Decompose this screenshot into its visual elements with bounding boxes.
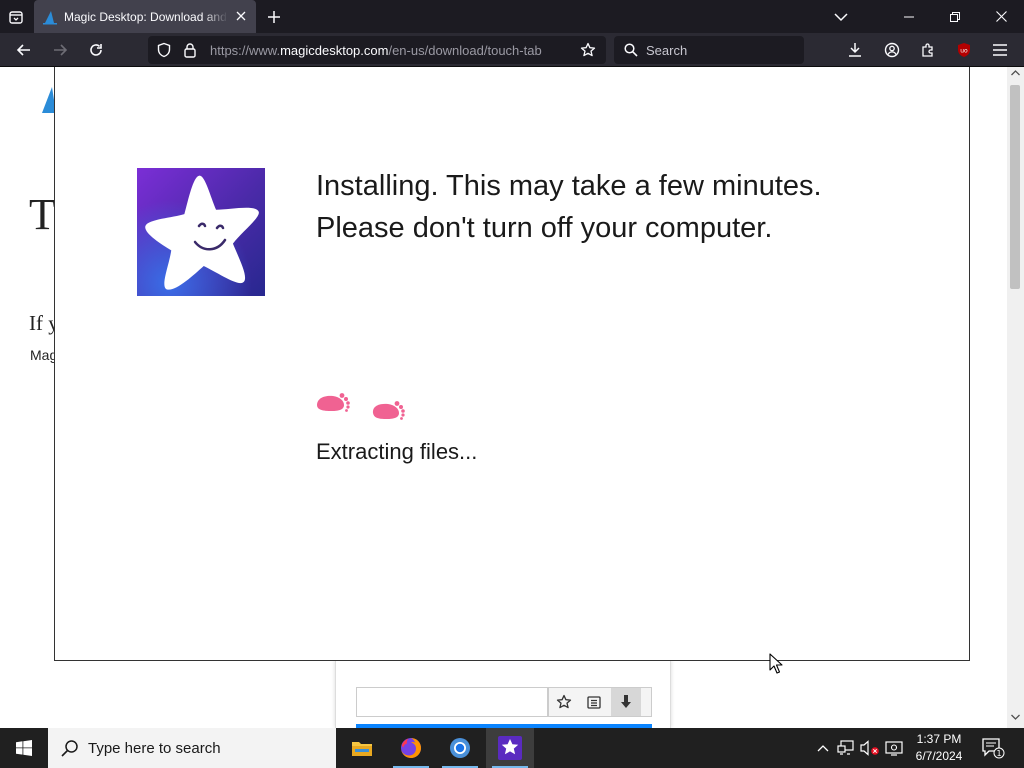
minimize-icon	[904, 16, 914, 17]
active-tab[interactable]: Magic Desktop: Download and Ins	[34, 0, 256, 33]
account-button[interactable]	[880, 38, 904, 62]
start-button[interactable]	[0, 728, 48, 768]
windows-logo-icon	[16, 740, 32, 756]
search-placeholder: Search	[646, 43, 688, 58]
browser-navigation-bar: https://www.magicdesktop.com/en-us/downl…	[0, 33, 1024, 67]
clipboard-icon	[587, 696, 601, 709]
download-panel-fragment	[335, 660, 671, 728]
close-icon	[995, 11, 1007, 22]
new-tab-button[interactable]	[264, 7, 284, 27]
page-heading: T	[29, 190, 56, 239]
smiling-star-icon	[145, 175, 259, 290]
volume-muted-icon	[860, 740, 879, 756]
account-icon	[884, 42, 900, 58]
clock-time: 1:37 PM	[916, 732, 962, 746]
tab-list-icon	[9, 11, 23, 24]
magic-desktop-favicon-icon	[43, 10, 57, 24]
search-icon	[61, 740, 78, 757]
url-text: https://www.magicdesktop.com/en-us/downl…	[210, 43, 542, 58]
tab-list-button[interactable]	[6, 7, 26, 27]
network-icon	[837, 740, 854, 755]
dl-reader-button[interactable]	[579, 688, 609, 716]
show-hidden-icons-button[interactable]	[813, 738, 833, 758]
close-icon	[236, 11, 246, 21]
back-button[interactable]	[12, 38, 36, 62]
mouse-cursor-icon	[769, 653, 783, 674]
ublock-shield-icon: uo	[958, 43, 970, 57]
minimize-button[interactable]	[886, 0, 932, 33]
browser-title-bar: Magic Desktop: Download and Ins	[0, 0, 1024, 33]
download-panel-toolbar	[548, 687, 652, 717]
app-menu-button[interactable]	[988, 38, 1012, 62]
bookmark-star-icon[interactable]	[580, 42, 596, 58]
footprint-icon	[317, 393, 350, 412]
chevron-down-icon	[834, 12, 848, 21]
install-status: Extracting files...	[316, 439, 478, 464]
installer-dialog: Installing. This may take a few minutes.…	[54, 67, 970, 674]
download-icon	[849, 43, 861, 57]
restore-button[interactable]	[932, 0, 978, 33]
dl-bookmark-button[interactable]	[549, 688, 579, 716]
address-bar[interactable]: https://www.magicdesktop.com/en-us/downl…	[148, 36, 606, 64]
arrow-right-icon	[54, 44, 68, 56]
scrollbar-thumb[interactable]	[1010, 85, 1020, 289]
restore-icon	[950, 11, 960, 22]
lock-icon	[184, 43, 196, 58]
chevron-up-icon	[817, 745, 829, 752]
install-message-line2: Please don't turn off your computer.	[316, 212, 773, 244]
install-message-line1: Installing. This may take a few minutes.	[316, 170, 822, 202]
plus-icon	[268, 11, 280, 23]
search-bar[interactable]: Search	[614, 36, 804, 64]
svg-text:uo: uo	[960, 48, 968, 55]
clock-date: 6/7/2024	[915, 749, 963, 763]
shield-icon	[157, 42, 171, 58]
list-all-tabs-button[interactable]	[818, 0, 864, 33]
chrome-icon	[450, 738, 470, 758]
taskbar-search-box[interactable]: Type here to search	[48, 728, 336, 768]
action-center-button[interactable]: 1	[980, 736, 1006, 760]
extensions-button[interactable]	[916, 38, 940, 62]
network-tray-button[interactable]	[836, 738, 856, 758]
downloads-button[interactable]	[843, 38, 867, 62]
footprint-icon	[372, 401, 405, 420]
windows-taskbar: Type here to search 1:37 PM 6/7/2024 1	[0, 728, 1024, 768]
ublock-origin-button[interactable]: uo	[952, 38, 976, 62]
search-icon	[624, 43, 638, 57]
display-tray-button[interactable]	[884, 738, 904, 758]
firefox-icon	[401, 738, 421, 758]
forward-button[interactable]	[48, 38, 72, 62]
page-scrollbar[interactable]	[1007, 67, 1024, 728]
arrow-left-icon	[16, 44, 30, 56]
puzzle-icon	[922, 43, 933, 57]
magic-desktop-star-app-icon	[137, 168, 265, 296]
taskbar-clock[interactable]: 1:37 PM 6/7/2024	[908, 731, 970, 765]
taskbar-magic-desktop[interactable]	[486, 728, 534, 768]
scroll-down-arrow-icon[interactable]	[1011, 714, 1020, 720]
tab-close-button[interactable]	[234, 9, 248, 23]
display-settings-icon	[885, 741, 903, 756]
footprints-progress-animation-icon	[317, 393, 405, 420]
folder-icon	[352, 742, 372, 756]
hamburger-menu-icon	[993, 44, 1007, 56]
dl-download-button[interactable]	[611, 688, 641, 716]
close-window-button[interactable]	[978, 0, 1024, 33]
reload-button[interactable]	[84, 38, 108, 62]
taskbar-search-placeholder: Type here to search	[88, 740, 221, 757]
scroll-up-arrow-icon[interactable]	[1011, 70, 1020, 76]
download-arrow-icon	[621, 695, 631, 708]
taskbar-chrome[interactable]	[436, 728, 484, 768]
taskbar-firefox[interactable]	[387, 728, 435, 768]
star-icon	[556, 694, 572, 709]
taskbar-file-explorer[interactable]	[338, 728, 386, 768]
volume-tray-button[interactable]	[860, 738, 880, 758]
notification-icon: 1	[982, 738, 1005, 759]
notification-count: 1	[996, 749, 1001, 758]
magic-desktop-star-icon	[498, 736, 522, 760]
install-message: Installing. This may take a few minutes.…	[316, 165, 822, 249]
reload-icon	[90, 44, 102, 56]
tab-title: Magic Desktop: Download and Ins	[64, 9, 228, 24]
download-panel-input[interactable]	[356, 687, 548, 717]
